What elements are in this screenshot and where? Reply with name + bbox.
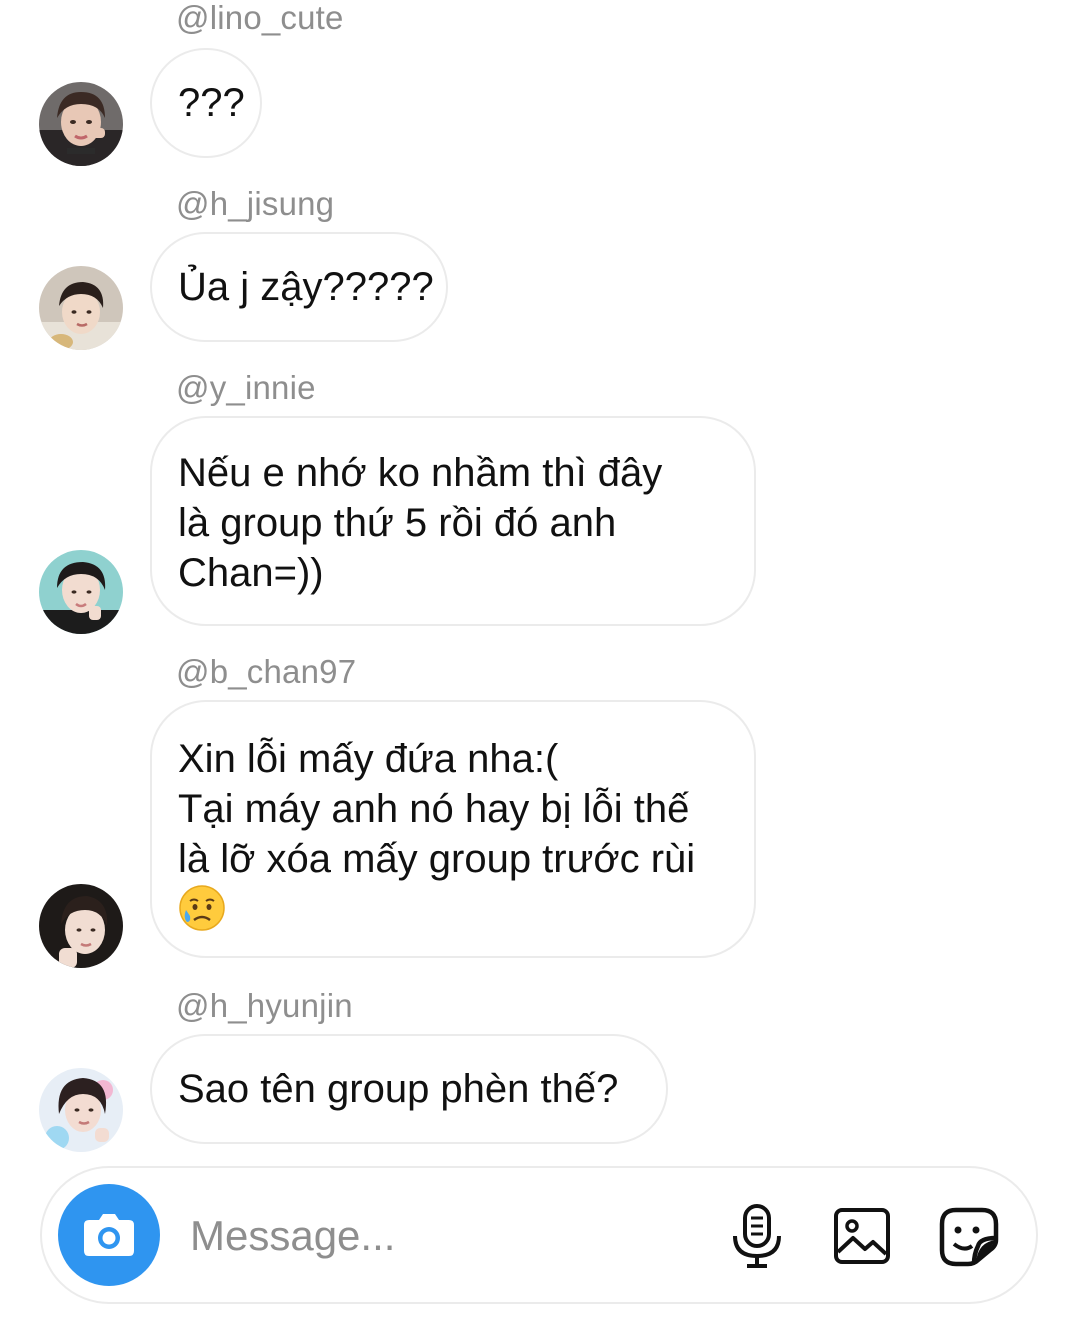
message-text: Nếu e nhớ ko nhầm thì đây bbox=[178, 451, 663, 495]
sender-avatar[interactable] bbox=[39, 1068, 123, 1152]
microphone-icon bbox=[733, 1204, 781, 1268]
message-bubble[interactable]: Xin lỗi mấy đứa nha:( Tại máy anh nó hay… bbox=[150, 700, 756, 958]
message-bubble[interactable]: ??? bbox=[150, 48, 262, 158]
message-text: Xin lỗi mấy đứa nha:( bbox=[178, 737, 559, 781]
sender-avatar[interactable] bbox=[39, 550, 123, 634]
message-text: Chan=)) bbox=[178, 551, 324, 595]
message-text: ??? bbox=[178, 81, 245, 125]
message-text: Tại máy anh nó hay bị lỗi thế bbox=[178, 787, 690, 831]
sender-username[interactable]: @h_jisung bbox=[176, 184, 334, 224]
message-text: Sao tên group phèn thế? bbox=[178, 1067, 619, 1111]
gallery-button[interactable] bbox=[827, 1202, 897, 1272]
sender-avatar[interactable] bbox=[39, 82, 123, 166]
sender-avatar[interactable] bbox=[39, 266, 123, 350]
sticker-button[interactable] bbox=[934, 1202, 1004, 1272]
sender-username[interactable]: @y_innie bbox=[176, 368, 316, 408]
microphone-button[interactable] bbox=[722, 1202, 792, 1272]
message-bubble[interactable]: Ủa j zậy????? bbox=[150, 232, 448, 342]
sender-username[interactable]: @lino_cute bbox=[176, 0, 344, 38]
message-text: Ủa j zậy????? bbox=[178, 265, 434, 309]
sender-username[interactable]: @b_chan97 bbox=[176, 652, 356, 692]
message-input[interactable] bbox=[190, 1198, 690, 1274]
sad-but-relieved-face-icon bbox=[178, 884, 226, 944]
message-text: là group thứ 5 rồi đó anh bbox=[178, 501, 617, 545]
message-bubble[interactable]: Sao tên group phèn thế? bbox=[150, 1034, 668, 1144]
sticker-icon bbox=[939, 1207, 999, 1267]
sender-avatar[interactable] bbox=[39, 884, 123, 968]
message-composer bbox=[40, 1166, 1038, 1304]
image-gallery-icon bbox=[834, 1208, 890, 1264]
message-text: là lỡ xóa mấy group trước rùi bbox=[178, 837, 696, 881]
camera-button[interactable] bbox=[58, 1184, 160, 1286]
message-bubble[interactable]: Nếu e nhớ ko nhầm thì đây là group thứ 5… bbox=[150, 416, 756, 626]
sender-username[interactable]: @h_hyunjin bbox=[176, 986, 353, 1026]
message-thread: @lino_cute ??? @h_jisung Ủa j zậy????? @… bbox=[0, 0, 1080, 1160]
camera-icon bbox=[84, 1214, 134, 1256]
